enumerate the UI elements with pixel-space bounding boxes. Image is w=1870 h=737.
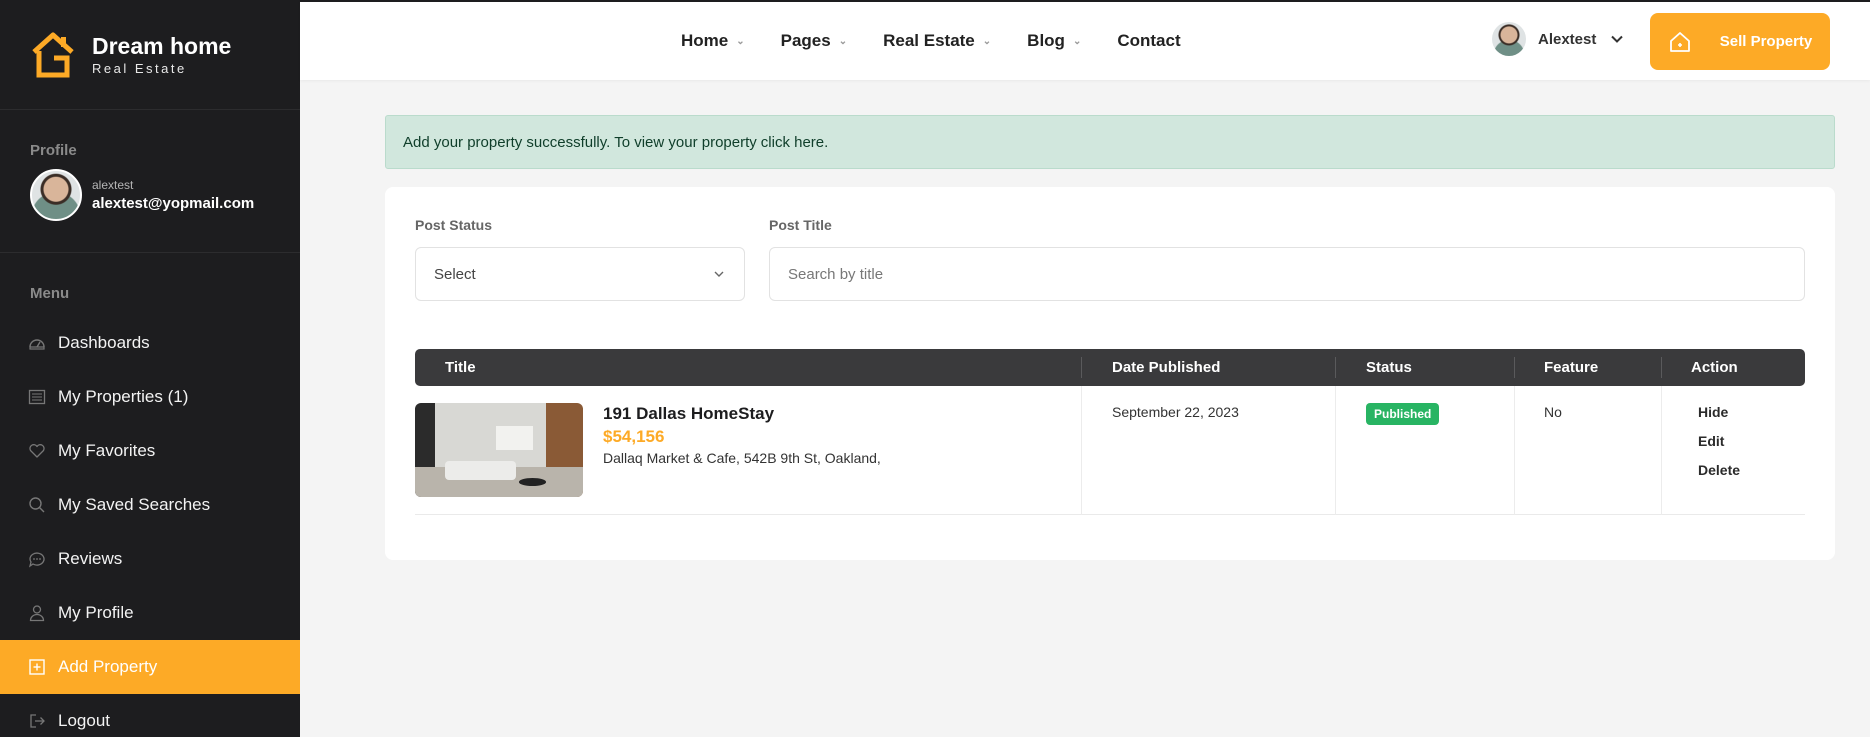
sidebar-item-my-saved-searches[interactable]: My Saved Searches [0,478,300,532]
search-icon [29,497,45,513]
properties-card: Post Status Select Post Title Title Date… [385,187,1835,560]
post-title-label: Post Title [769,217,832,233]
column-header-title: Title [445,359,476,376]
sidebar-item-my-profile[interactable]: My Profile [0,586,300,640]
column-divider [1514,357,1515,378]
sidebar-item-label: Logout [58,711,110,730]
dashboard-icon [29,339,45,350]
chevron-down-icon: ⌄ [736,35,745,47]
menu-section-label: Menu [30,285,70,302]
sell-property-label: Sell Property [1719,33,1813,50]
date-published-cell: September 22, 2023 [1112,404,1239,420]
plus-square-icon [29,659,45,675]
property-thumbnail[interactable] [415,403,583,497]
user-menu[interactable]: Alextest [1492,22,1624,56]
sidebar-item-dashboards[interactable]: Dashboards [0,316,300,370]
sidebar-item-my-favorites[interactable]: My Favorites [0,424,300,478]
profile-username: alextest [92,178,134,192]
table-row: 191 Dallas HomeStay $54,156 Dallaq Marke… [415,386,1805,515]
profile-email: alextest@yopmail.com [92,195,255,212]
house-icon [1669,31,1690,52]
brand-tagline: Real Estate [92,61,187,76]
sell-property-button[interactable]: Sell Property [1650,13,1830,70]
property-price: $54,156 [603,427,665,446]
sidebar-menu: Dashboards My Properties (1) My Favorite… [0,316,300,737]
sidebar-item-add-property[interactable]: Add Property [0,640,300,694]
post-status-select[interactable]: Select [415,247,745,301]
property-title[interactable]: 191 Dallas HomeStay [603,404,774,424]
nav-real-estate[interactable]: Real Estate ⌄ [883,31,991,51]
sidebar-item-label: My Profile [58,603,134,622]
sidebar-item-logout[interactable]: Logout [0,694,300,737]
column-divider [1661,386,1662,515]
post-status-label: Post Status [415,217,493,233]
chevron-down-icon [1611,35,1624,43]
user-name: Alextest [1538,30,1597,48]
property-address: Dallaq Market & Cafe, 542B 9th St, Oakla… [603,450,881,466]
nav-label: Real Estate [883,31,975,50]
list-icon [28,389,46,405]
nav-home[interactable]: Home ⌄ [681,31,745,51]
chevron-down-icon: ⌄ [982,35,992,47]
column-divider [1335,357,1336,378]
brand-name: Dream home [92,33,232,59]
column-header-feature: Feature [1544,359,1599,376]
column-divider [1661,357,1662,378]
house-logo-icon [32,32,74,77]
hide-action-link[interactable]: Hide [1698,404,1728,420]
nav-blog[interactable]: Blog ⌄ [1027,31,1081,51]
column-header-status: Status [1366,359,1412,376]
alert-message: Add your property successfully. To view … [403,133,757,151]
heart-icon [29,444,45,458]
sidebar-item-label: Reviews [58,549,123,568]
column-divider [1335,386,1336,515]
chevron-down-icon: ⌄ [838,35,848,47]
delete-action-link[interactable]: Delete [1698,462,1740,478]
nav-label: Pages [780,31,831,50]
sidebar-item-label: Dashboards [58,333,150,352]
post-title-search-input[interactable] [769,247,1805,301]
chevron-down-icon: ⌄ [1072,35,1082,47]
profile-section-label: Profile [30,142,77,159]
status-badge: Published [1366,403,1440,425]
nav-label: Contact [1117,31,1181,50]
column-divider [1514,386,1515,515]
logout-icon [30,714,45,728]
sidebar-item-label: My Favorites [58,441,156,460]
column-divider [1081,357,1082,378]
edit-action-link[interactable]: Edit [1698,433,1724,449]
sidebar-item-reviews[interactable]: Reviews [0,532,300,586]
feature-cell: No [1544,404,1562,420]
sidebar-item-label: My Properties (1) [58,387,189,406]
avatar[interactable] [30,169,82,221]
nav-label: Home [681,31,729,50]
profile-section: Profile alextest alextest@yopmail.com [0,110,300,253]
sidebar-item-label: Add Property [58,657,158,676]
avatar [1492,22,1526,56]
column-divider [1081,386,1082,515]
brand[interactable]: Dream home Real Estate [0,0,300,110]
user-icon [29,605,45,622]
nav-label: Blog [1027,31,1065,50]
alert-link[interactable]: click here. [761,134,829,151]
nav-contact[interactable]: Contact [1117,31,1180,51]
chevron-down-icon [714,271,724,277]
main-nav: Home ⌄ Pages ⌄ Real Estate ⌄ Blog ⌄ Cont… [681,2,1217,80]
nav-pages[interactable]: Pages ⌄ [781,31,847,51]
top-header: Home ⌄ Pages ⌄ Real Estate ⌄ Blog ⌄ Cont… [300,0,1870,80]
success-alert: Add your property successfully. To view … [385,115,1835,169]
column-header-date-published: Date Published [1112,359,1221,376]
sidebar-item-label: My Saved Searches [58,495,211,514]
post-status-value: Select [434,265,476,283]
column-header-action: Action [1691,359,1738,376]
chat-bubble-icon [28,552,45,568]
sidebar-item-my-properties[interactable]: My Properties (1) [0,370,300,424]
table-header: Title Date Published Status Feature Acti… [415,349,1805,386]
sidebar: Dream home Real Estate Profile alextest … [0,0,300,737]
